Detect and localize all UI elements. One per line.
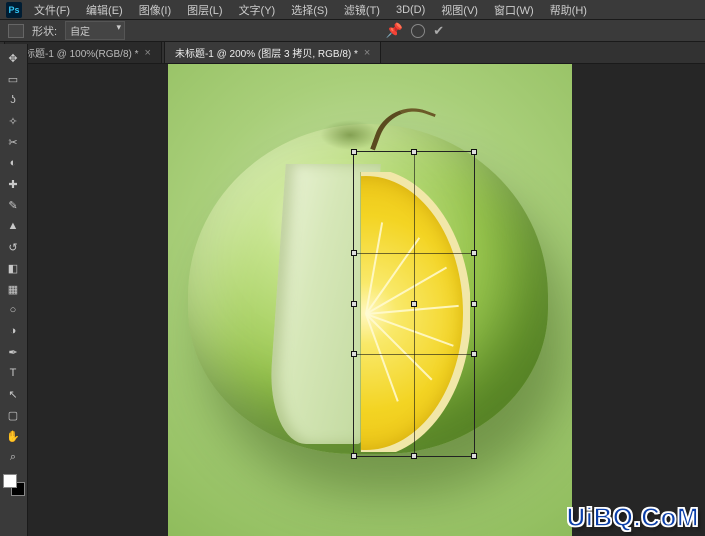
workspace [28, 64, 705, 536]
document-tab-bar: 未标题-1 @ 100%(RGB/8) * × 未标题-1 @ 200% (图层… [0, 42, 705, 64]
zoom-icon: ⌕ [10, 451, 16, 464]
pen-tool[interactable]: ✒ [0, 342, 26, 362]
menu-type[interactable]: 文字(Y) [235, 0, 280, 20]
transform-handle[interactable] [351, 351, 357, 357]
transform-handle[interactable] [471, 351, 477, 357]
menu-window[interactable]: 窗口(W) [490, 0, 538, 20]
menu-help[interactable]: 帮助(H) [546, 0, 591, 20]
gradient-icon: ▦ [8, 283, 18, 296]
marquee-tool[interactable]: ▭ [0, 69, 26, 89]
commit-transform-icon[interactable]: ✔ [433, 23, 444, 39]
wand-tool[interactable]: ✧ [0, 111, 26, 131]
zoom-tool[interactable]: ⌕ [0, 447, 26, 467]
transform-handle-s[interactable] [411, 453, 417, 459]
transform-handle-ne[interactable] [471, 149, 477, 155]
transform-handle[interactable] [471, 250, 477, 256]
transform-handle-nw[interactable] [351, 149, 357, 155]
document-tab-label: 未标题-1 @ 100%(RGB/8) * [15, 45, 139, 60]
menu-file[interactable]: 文件(F) [30, 0, 74, 20]
shape-icon: ▢ [8, 409, 18, 422]
menu-edit[interactable]: 编辑(E) [82, 0, 127, 20]
menu-image[interactable]: 图像(I) [135, 0, 175, 20]
wand-icon: ✧ [8, 115, 17, 128]
shape-label: 形状: [32, 23, 57, 39]
blur-tool[interactable]: ○ [0, 300, 26, 320]
menu-view[interactable]: 视图(V) [437, 0, 482, 20]
close-icon[interactable]: × [364, 47, 370, 59]
lasso-icon: ʖ [10, 94, 16, 106]
brush-tool[interactable]: ✎ [0, 195, 26, 215]
transform-handle-sw[interactable] [351, 453, 357, 459]
eyedropper-tool[interactable]: ◐ [0, 153, 26, 173]
hand-icon: ✋ [6, 430, 20, 443]
crop-tool[interactable]: ✂ [0, 132, 26, 152]
transform-handle-n[interactable] [411, 149, 417, 155]
tool-preset-button[interactable] [8, 24, 24, 38]
menu-select[interactable]: 选择(S) [287, 0, 332, 20]
options-bar: 形状: 自定 📌 ✔ [0, 20, 705, 42]
hand-tool[interactable]: ✋ [0, 426, 26, 446]
stamp-icon: ▲ [8, 220, 19, 232]
cancel-transform-icon[interactable] [411, 24, 425, 38]
lasso-tool[interactable]: ʖ [0, 90, 26, 110]
transform-handle-e[interactable] [471, 301, 477, 307]
transform-handle[interactable] [351, 250, 357, 256]
transform-bounding-box[interactable] [353, 151, 475, 457]
shape-tool[interactable]: ▢ [0, 405, 26, 425]
foreground-color-swatch[interactable] [3, 474, 17, 488]
watermark-text: UiBQ.CoM [566, 502, 699, 533]
document-tab-label: 未标题-1 @ 200% (图层 3 拷贝, RGB/8) * [175, 45, 358, 60]
type-icon: T [10, 367, 17, 379]
dodge-icon: ◑ [10, 325, 17, 337]
eyedropper-icon: ◐ [10, 157, 17, 169]
pen-icon: ✒ [8, 346, 17, 359]
shape-select[interactable]: 自定 [65, 21, 125, 40]
brush-icon: ✎ [8, 199, 17, 212]
heal-tool[interactable]: ✚ [0, 174, 26, 194]
move-icon: ✥ [8, 52, 17, 65]
color-swatches[interactable] [3, 474, 25, 496]
heal-icon: ✚ [8, 178, 17, 191]
document-canvas[interactable] [168, 64, 572, 536]
eraser-tool[interactable]: ◧ [0, 258, 26, 278]
stamp-tool[interactable]: ▲ [0, 216, 26, 236]
close-icon[interactable]: × [145, 47, 151, 59]
move-tool[interactable]: ✥ [0, 48, 26, 68]
app-logo: Ps [6, 2, 22, 18]
blur-icon: ○ [10, 304, 17, 316]
tools-panel: ✥ ▭ ʖ ✧ ✂ ◐ ✚ ✎ ▲ ↺ ◧ ▦ ○ ◑ ✒ T ↖ ▢ ✋ ⌕ [0, 44, 28, 536]
pin-icon[interactable]: 📌 [386, 22, 403, 39]
menu-filter[interactable]: 滤镜(T) [340, 0, 384, 20]
gradient-tool[interactable]: ▦ [0, 279, 26, 299]
transform-handle-se[interactable] [471, 453, 477, 459]
path-select-tool[interactable]: ↖ [0, 384, 26, 404]
crop-icon: ✂ [8, 136, 17, 149]
path-icon: ↖ [8, 388, 17, 401]
transform-handle-w[interactable] [351, 301, 357, 307]
eraser-icon: ◧ [8, 262, 18, 275]
menu-bar: Ps 文件(F) 编辑(E) 图像(I) 图层(L) 文字(Y) 选择(S) 滤… [0, 0, 705, 20]
menu-3d[interactable]: 3D(D) [392, 2, 429, 18]
marquee-icon: ▭ [8, 73, 18, 86]
dodge-tool[interactable]: ◑ [0, 321, 26, 341]
history-brush-tool[interactable]: ↺ [0, 237, 26, 257]
transform-handle-center[interactable] [411, 301, 417, 307]
history-icon: ↺ [8, 241, 17, 254]
menu-layer[interactable]: 图层(L) [183, 0, 226, 20]
shape-select-value: 自定 [70, 27, 90, 38]
type-tool[interactable]: T [0, 363, 26, 383]
document-tab[interactable]: 未标题-1 @ 200% (图层 3 拷贝, RGB/8) * × [164, 41, 381, 63]
